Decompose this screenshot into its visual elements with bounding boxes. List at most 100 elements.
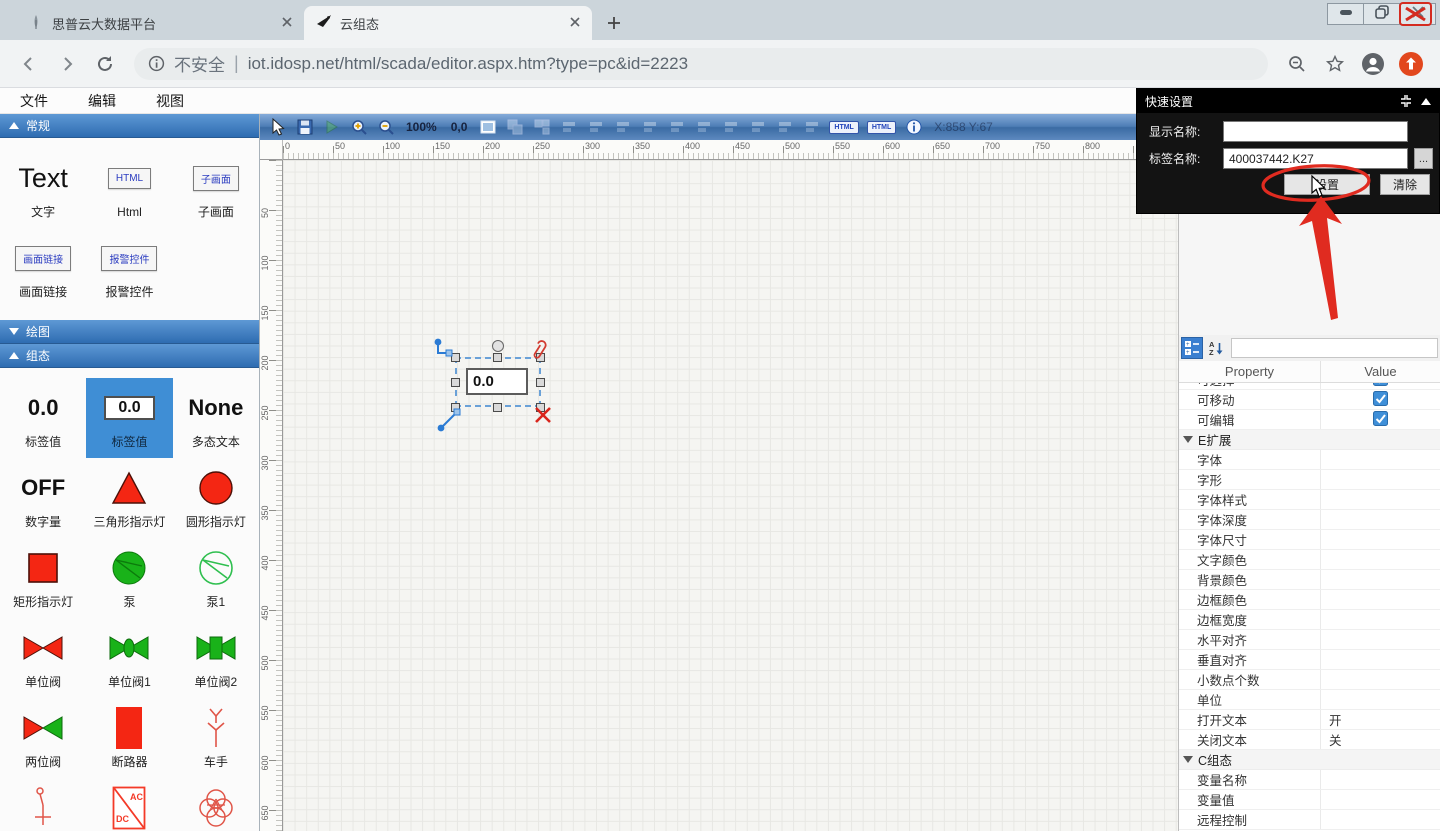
palette-item-标签值[interactable]: 0.0标签值 xyxy=(86,378,172,458)
profile-avatar[interactable] xyxy=(1358,49,1388,79)
zoom-in-icon[interactable] xyxy=(349,118,368,136)
property-row[interactable]: 文字颜色 xyxy=(1179,550,1440,570)
property-value[interactable] xyxy=(1321,590,1440,609)
property-value[interactable] xyxy=(1321,770,1440,789)
quick-settings-header[interactable]: 快速设置 xyxy=(1137,89,1439,113)
property-value[interactable] xyxy=(1321,690,1440,709)
property-row[interactable]: 可编辑 xyxy=(1179,410,1440,430)
section-header-常规[interactable]: 常规 xyxy=(0,114,259,138)
property-row[interactable]: 字体样式 xyxy=(1179,490,1440,510)
property-value[interactable] xyxy=(1321,630,1440,649)
property-value[interactable] xyxy=(1321,650,1440,669)
property-row[interactable]: 单位 xyxy=(1179,690,1440,710)
property-row[interactable]: 字体深度 xyxy=(1179,510,1440,530)
forward-button[interactable] xyxy=(52,49,82,79)
info-icon[interactable] xyxy=(904,118,923,136)
property-value[interactable] xyxy=(1321,550,1440,569)
property-value[interactable] xyxy=(1321,450,1440,469)
property-column-header[interactable]: Property xyxy=(1179,361,1321,382)
minimize-button[interactable] xyxy=(1327,3,1364,25)
property-row[interactable]: 字体尺寸 xyxy=(1179,530,1440,550)
property-value[interactable] xyxy=(1321,810,1440,829)
property-row[interactable]: 打开文本开 xyxy=(1179,710,1440,730)
delete-x-icon[interactable] xyxy=(533,405,553,425)
close-tab-icon[interactable] xyxy=(280,15,294,32)
property-row[interactable]: 变量名称 xyxy=(1179,770,1440,790)
connector-icon[interactable] xyxy=(433,337,457,361)
display-name-input[interactable] xyxy=(1223,121,1408,142)
zoom-out-icon[interactable] xyxy=(376,118,395,136)
palette-item-矩形指示灯[interactable]: 矩形指示灯 xyxy=(0,538,86,618)
palette-item-单位阀1[interactable]: 单位阀1 xyxy=(86,618,172,698)
palette-item-单位阀2[interactable]: 单位阀2 xyxy=(173,618,259,698)
collapse-panel-icon[interactable] xyxy=(1421,98,1431,105)
section-header-组态[interactable]: 组态 xyxy=(0,344,259,368)
save-icon[interactable] xyxy=(295,118,314,136)
palette-item-车手[interactable]: 车手 xyxy=(173,698,259,778)
html-preview-button[interactable]: HTML xyxy=(867,121,896,134)
property-category-C组态[interactable]: C组态 xyxy=(1179,750,1440,770)
property-value[interactable] xyxy=(1321,570,1440,589)
reload-button[interactable] xyxy=(90,49,120,79)
site-info-icon[interactable] xyxy=(148,55,165,72)
property-value[interactable] xyxy=(1321,610,1440,629)
browser-tab-1[interactable]: 思普云大数据平台 xyxy=(16,6,304,40)
resize-handle[interactable] xyxy=(493,403,502,412)
palette-item-多态文本[interactable]: None多态文本 xyxy=(173,378,259,458)
property-value[interactable] xyxy=(1321,390,1440,409)
property-row[interactable]: 可移动 xyxy=(1179,390,1440,410)
browser-tab-2[interactable]: 云组态 xyxy=(304,6,592,40)
menu-编辑[interactable]: 编辑 xyxy=(88,91,116,111)
link-paperclip-icon[interactable] xyxy=(527,338,549,364)
checkbox-checked-icon[interactable] xyxy=(1373,411,1388,429)
property-row[interactable]: 关闭文本关 xyxy=(1179,730,1440,750)
property-row[interactable]: 边框宽度 xyxy=(1179,610,1440,630)
palette-item-PT[interactable]: PT xyxy=(173,778,259,831)
property-value[interactable] xyxy=(1321,490,1440,509)
dock-panel-icon[interactable] xyxy=(1399,94,1413,108)
property-row[interactable]: 水平对齐 xyxy=(1179,630,1440,650)
bookmark-star-icon[interactable] xyxy=(1320,49,1350,79)
property-value[interactable]: 关 xyxy=(1321,730,1440,749)
property-value[interactable] xyxy=(1321,530,1440,549)
palette-item-单位阀[interactable]: 单位阀 xyxy=(0,618,86,698)
property-row[interactable]: 小数点个数 xyxy=(1179,670,1440,690)
address-bar[interactable]: 不安全 | iot.idosp.net/html/scada/editor.as… xyxy=(134,48,1268,80)
palette-item-断路器[interactable]: 断路器 xyxy=(86,698,172,778)
checkbox-checked-icon[interactable] xyxy=(1373,391,1388,409)
resize-handle[interactable] xyxy=(536,378,545,387)
property-value[interactable] xyxy=(1321,670,1440,689)
palette-item-文字[interactable]: Text文字 xyxy=(0,148,86,228)
back-button[interactable] xyxy=(14,49,44,79)
screen-icon[interactable] xyxy=(478,118,497,136)
property-category-E扩展[interactable]: E扩展 xyxy=(1179,430,1440,450)
close-button[interactable] xyxy=(1399,3,1436,25)
property-row[interactable]: 边框颜色 xyxy=(1179,590,1440,610)
zoom-out-page-icon[interactable] xyxy=(1282,49,1312,79)
rotate-handle[interactable] xyxy=(492,340,504,352)
palette-item-逆变器[interactable]: ACDC逆变器 xyxy=(86,778,172,831)
palette-item-圆形指示灯[interactable]: 圆形指示灯 xyxy=(173,458,259,538)
palette-item-数字量[interactable]: OFF数字量 xyxy=(0,458,86,538)
menu-文件[interactable]: 文件 xyxy=(20,91,48,111)
tag-value-element[interactable]: 0.0 xyxy=(466,368,528,395)
palette-item-刀闸[interactable]: 刀闸 xyxy=(0,778,86,831)
property-filter-input[interactable] xyxy=(1231,338,1438,358)
palette-item-画面链接[interactable]: 画面链接画面链接 xyxy=(0,228,86,308)
property-row[interactable]: 可选择 xyxy=(1179,383,1440,390)
design-canvas[interactable]: 0.0 xyxy=(283,160,1178,831)
palette-item-标签值[interactable]: 0.0标签值 xyxy=(0,378,86,458)
property-value[interactable]: 开 xyxy=(1321,710,1440,729)
resize-handle[interactable] xyxy=(493,353,502,362)
clear-button[interactable]: 清除 xyxy=(1380,174,1430,195)
property-value[interactable] xyxy=(1321,383,1440,389)
palette-item-报警控件[interactable]: 报警控件报警控件 xyxy=(86,228,172,308)
property-value[interactable] xyxy=(1321,470,1440,489)
palette-item-子画面[interactable]: 子画面子画面 xyxy=(173,148,259,228)
browse-tags-button[interactable]: ... xyxy=(1414,148,1433,169)
property-value[interactable] xyxy=(1321,790,1440,809)
palette-item-泵1[interactable]: 泵1 xyxy=(173,538,259,618)
section-header-绘图[interactable]: 绘图 xyxy=(0,320,259,344)
palette-item-Html[interactable]: HTMLHtml xyxy=(86,148,172,228)
resize-handle[interactable] xyxy=(451,378,460,387)
